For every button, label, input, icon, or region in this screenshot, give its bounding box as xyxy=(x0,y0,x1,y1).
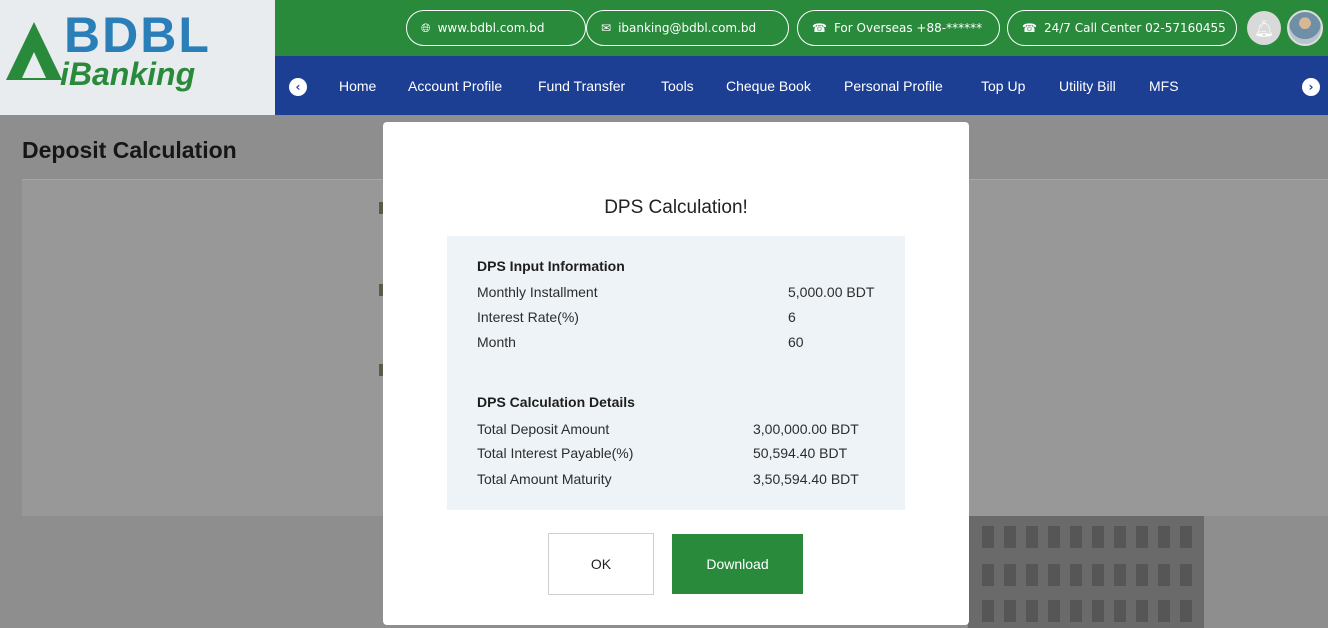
download-button[interactable]: Download xyxy=(672,534,803,594)
globe-icon: 🌐︎ xyxy=(421,20,431,35)
overseas-phone-link[interactable]: ☎ For Overseas +88-****** xyxy=(797,10,1000,46)
background-building-image xyxy=(968,516,1204,628)
month-label: Month xyxy=(477,334,516,350)
total-deposit-value: 3,00,000.00 BDT xyxy=(753,421,859,437)
nav-item-utility-bill[interactable]: Utility Bill xyxy=(1059,78,1116,94)
logo-text: BDBL xyxy=(64,7,211,63)
total-maturity-label: Total Amount Maturity xyxy=(477,471,612,487)
page-title: Deposit Calculation xyxy=(22,137,237,163)
nav-item-account-profile[interactable]: Account Profile xyxy=(408,78,502,94)
user-avatar[interactable] xyxy=(1287,10,1323,46)
notification-bell-icon[interactable]: 🔔︎ xyxy=(1247,11,1281,45)
installment-label: Monthly Installment xyxy=(477,284,598,300)
nav-item-mfs[interactable]: MFS xyxy=(1149,78,1179,94)
installment-value: 5,000.00 BDT xyxy=(788,284,875,300)
email-link[interactable]: ✉ ibanking@bdbl.com.bd xyxy=(586,10,789,46)
nav-item-cheque-book[interactable]: Cheque Book xyxy=(726,78,811,94)
interest-rate-label: Interest Rate(%) xyxy=(477,309,579,325)
nav-scroll-right-icon[interactable]: › xyxy=(1302,78,1320,96)
interest-rate-value: 6 xyxy=(788,309,796,325)
nav-item-top-up[interactable]: Top Up xyxy=(981,78,1025,94)
nav-item-fund-transfer[interactable]: Fund Transfer xyxy=(538,78,625,94)
call-center-link[interactable]: ☎ 24/7 Call Center 02-57160455 xyxy=(1007,10,1237,46)
nav-item-personal-profile[interactable]: Personal Profile xyxy=(844,78,943,94)
mail-icon: ✉ xyxy=(601,21,612,35)
modal-title: DPS Calculation! xyxy=(604,197,748,218)
total-interest-value: 50,594.40 BDT xyxy=(753,445,848,461)
phone-icon: ☎ xyxy=(812,21,827,35)
main-nav: ‹ Home Account Profile Fund Transfer Too… xyxy=(275,56,1328,115)
nav-scroll-left-icon[interactable]: ‹ xyxy=(289,78,307,96)
total-maturity-value: 3,50,594.40 BDT xyxy=(753,471,859,487)
logo-subtext: iBanking xyxy=(60,56,196,92)
nav-item-home[interactable]: Home xyxy=(339,78,376,94)
total-interest-label: Total Interest Payable(%) xyxy=(477,445,634,461)
total-deposit-label: Total Deposit Amount xyxy=(477,421,610,437)
dps-info-panel: DPS Input Information Monthly Installmen… xyxy=(447,236,905,510)
ok-button[interactable]: OK xyxy=(548,533,654,595)
website-link[interactable]: 🌐︎ www.bdbl.com.bd xyxy=(406,10,586,46)
dps-calculation-modal: DPS Calculation! DPS Input Information M… xyxy=(383,122,969,625)
input-section-heading: DPS Input Information xyxy=(477,258,625,274)
month-value: 60 xyxy=(788,334,804,350)
bank-logo[interactable]: BDBL iBanking xyxy=(0,0,275,115)
calc-section-heading: DPS Calculation Details xyxy=(477,394,635,410)
nav-item-tools[interactable]: Tools xyxy=(661,78,694,94)
top-bar: 🌐︎ www.bdbl.com.bd ✉ ibanking@bdbl.com.b… xyxy=(275,0,1328,56)
phone-icon: ☎ xyxy=(1022,21,1037,35)
